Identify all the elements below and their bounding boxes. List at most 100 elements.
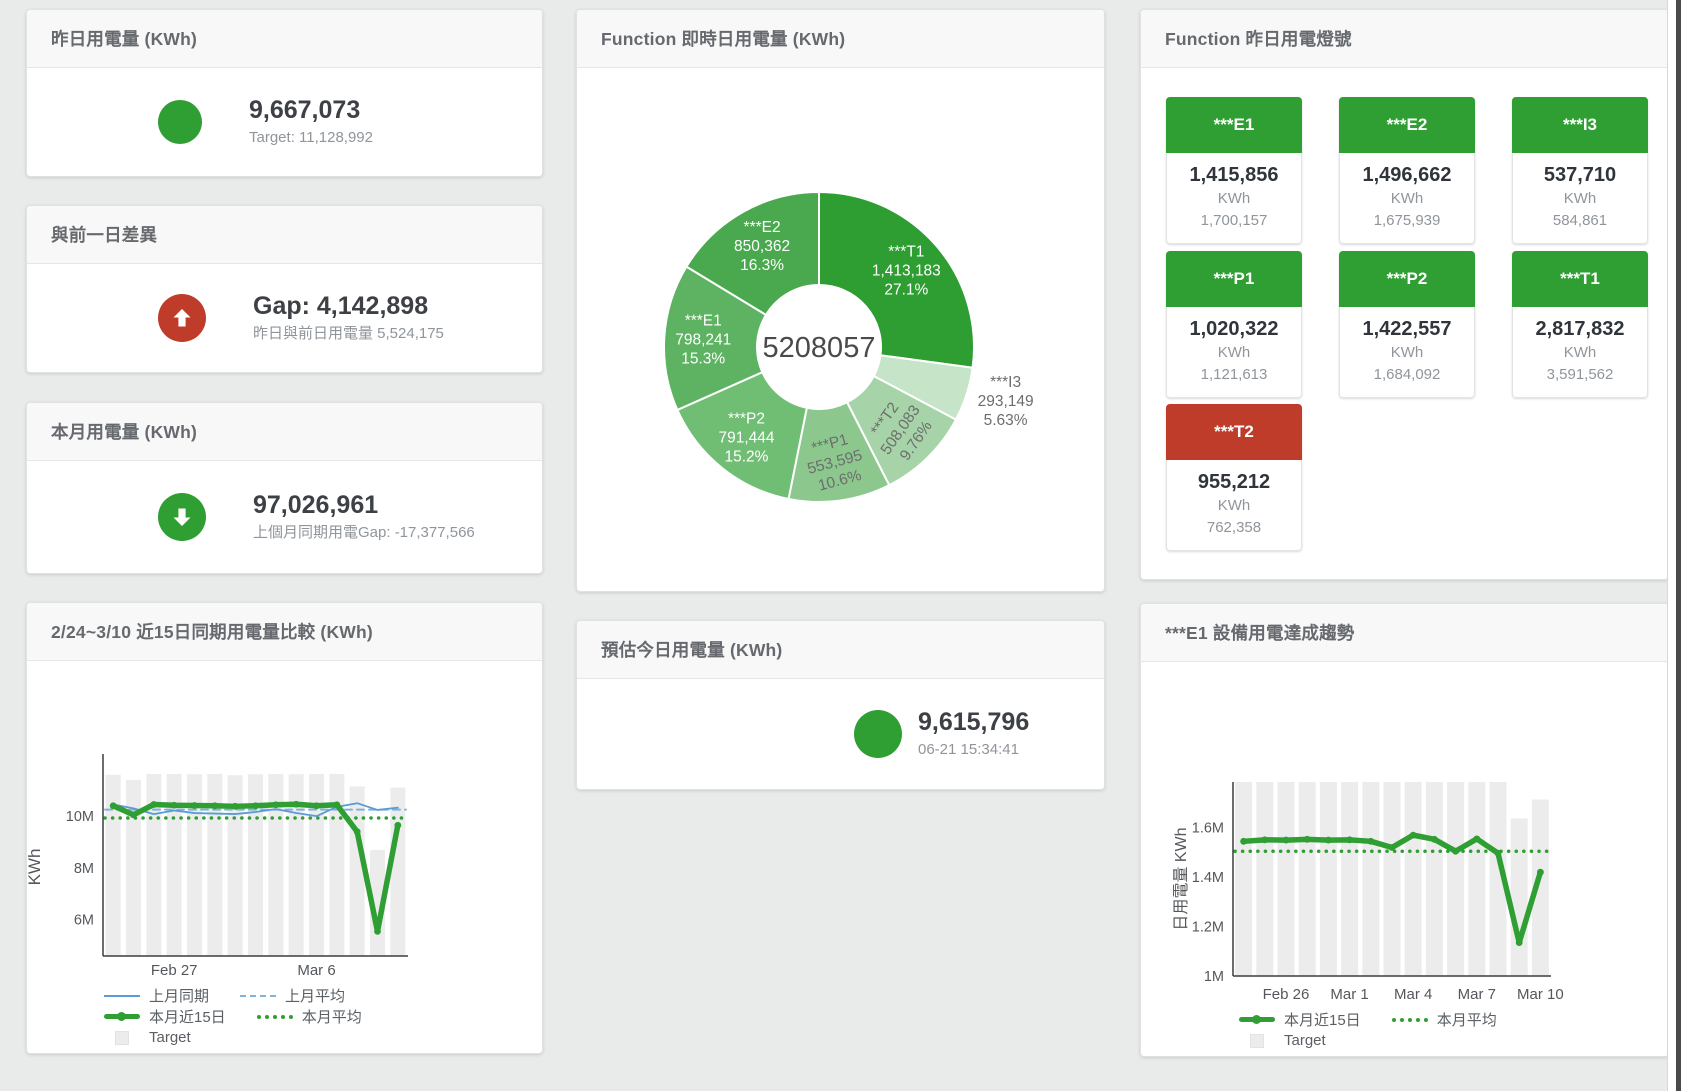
- legend-row: 本月近15日 本月平均: [103, 1006, 542, 1027]
- month-usage-gap: 上個月同期用電Gap: -17,377,566: [253, 522, 475, 543]
- card-today-estimate-header: 預估今日用電量 (KWh): [577, 621, 1104, 679]
- legend-item-this-month-avg[interactable]: 本月平均: [256, 1006, 362, 1027]
- legend-row: 上月同期 上月平均: [103, 985, 542, 1006]
- tile-body: 955,212KWh762,358: [1166, 460, 1302, 551]
- yesterday-usage-kpi: 9,667,073 Target: 11,128,992: [27, 68, 542, 175]
- today-estimate-value: 9,615,796: [918, 707, 1029, 737]
- svg-text:***E1: ***E1: [685, 313, 722, 330]
- svg-text:15.2%: 15.2%: [725, 449, 769, 466]
- legend-item-this-month-avg[interactable]: 本月平均: [1391, 1009, 1497, 1030]
- tile-unit: KWh: [1513, 342, 1647, 364]
- card-today-estimate: 預估今日用電量 (KWh) 9,615,796 06-21 15:34:41: [576, 620, 1105, 790]
- card-yesterday-usage-header: 昨日用電量 (KWh): [27, 10, 542, 68]
- tile-unit: KWh: [1167, 495, 1301, 517]
- day-gap-kpi: Gap: 4,142,898 昨日與前日用電量 5,524,175: [27, 264, 542, 371]
- tile-body: 2,817,832KWh3,591,562: [1512, 307, 1648, 398]
- legend-item-target[interactable]: Target: [103, 1029, 191, 1046]
- line-dotted-green-icon: [256, 1015, 294, 1019]
- scrollbar-thumb[interactable]: [1676, 0, 1681, 1091]
- arrow-down-icon: [170, 505, 194, 529]
- tile-header: ***P1: [1166, 251, 1302, 307]
- card-month-usage: 本月用電量 (KWh) 97,026,961 上個月同期用電Gap: -17,3…: [26, 402, 543, 574]
- tile-unit: KWh: [1513, 188, 1647, 210]
- card-yesterday-lights: Function 昨日用電燈號 ***E11,415,856KWh1,700,1…: [1140, 9, 1669, 580]
- tile-target: 584,861: [1513, 210, 1647, 232]
- today-estimate-kpi: 9,615,796 06-21 15:34:41: [577, 679, 1104, 788]
- tile-target: 1,700,157: [1167, 210, 1301, 232]
- svg-text:Mar 10: Mar 10: [1517, 986, 1564, 1003]
- tile-unit: KWh: [1167, 188, 1301, 210]
- svg-text:15.3%: 15.3%: [681, 351, 725, 368]
- svg-text:1.6M: 1.6M: [1192, 821, 1224, 837]
- month-usage-kpi: 97,026,961 上個月同期用電Gap: -17,377,566: [27, 461, 542, 572]
- svg-text:293,149: 293,149: [978, 393, 1034, 410]
- arrow-down-circle-icon: [158, 493, 206, 541]
- legend-item-this-month-line[interactable]: 本月近15日: [1238, 1009, 1361, 1030]
- scrollbar-track: [1667, 0, 1681, 1091]
- svg-text:1.2M: 1.2M: [1192, 920, 1224, 936]
- svg-text:KWh: KWh: [27, 849, 44, 886]
- card-15day-compare: 2/24~3/10 近15日同期用電量比較 (KWh) 6M8M10MFeb 2…: [26, 602, 543, 1054]
- tile-header: ***T2: [1166, 404, 1302, 460]
- svg-text:1.4M: 1.4M: [1192, 870, 1224, 886]
- svg-text:Mar 1: Mar 1: [1330, 986, 1368, 1003]
- tile-body: 1,415,856KWh1,700,157: [1166, 153, 1302, 244]
- svg-text:***E2: ***E2: [744, 219, 781, 236]
- legend-row: 本月近15日 本月平均: [1238, 1009, 1668, 1030]
- card-day-gap: 與前一日差異 Gap: 4,142,898 昨日與前日用電量 5,524,175: [26, 205, 543, 373]
- compare-chart[interactable]: 6M8M10MFeb 27Mar 6KWh: [27, 661, 540, 983]
- tile-body: 1,422,557KWh1,684,092: [1339, 307, 1475, 398]
- card-title: 2/24~3/10 近15日同期用電量比較 (KWh): [51, 619, 373, 644]
- month-usage-value: 97,026,961: [253, 490, 475, 520]
- svg-text:***I3: ***I3: [990, 374, 1021, 391]
- svg-text:798,241: 798,241: [675, 332, 731, 349]
- gray-square-icon: [1238, 1034, 1276, 1048]
- card-realtime-usage: Function 即時日用電量 (KWh) ***T11,413,18327.1…: [576, 9, 1105, 592]
- legend-item-last-month-avg[interactable]: 上月平均: [239, 985, 345, 1006]
- legend-item-target[interactable]: Target: [1238, 1032, 1326, 1049]
- svg-text:***T1: ***T1: [888, 244, 924, 261]
- card-title: 與前一日差異: [51, 222, 157, 247]
- card-yesterday-usage: 昨日用電量 (KWh) 9,667,073 Target: 11,128,992: [26, 9, 543, 177]
- card-yesterday-lights-header: Function 昨日用電燈號: [1141, 10, 1668, 68]
- tile-value: 1,496,662: [1340, 162, 1474, 188]
- legend-row: Target: [1238, 1030, 1668, 1051]
- realtime-donut-chart[interactable]: ***T11,413,18327.1%***I3293,1495.63%***T…: [577, 68, 1102, 588]
- tile-value: 955,212: [1167, 469, 1301, 495]
- yesterday-usage-target: Target: 11,128,992: [249, 127, 373, 148]
- arrow-up-icon: [170, 306, 194, 330]
- day-gap-value: Gap: 4,142,898: [253, 291, 444, 321]
- tile-header: ***E1: [1166, 97, 1302, 153]
- tile-target: 1,684,092: [1340, 364, 1474, 386]
- svg-text:Mar 4: Mar 4: [1394, 986, 1432, 1003]
- card-title: 本月用電量 (KWh): [51, 419, 197, 444]
- card-e1-trend-header: ***E1 設備用電達成趨勢: [1141, 604, 1668, 662]
- light-tile-T2: ***T2955,212KWh762,358: [1166, 404, 1302, 551]
- line-solid-blue-icon: [103, 995, 141, 997]
- line-thick-green-icon: [1238, 1017, 1276, 1022]
- svg-text:1M: 1M: [1204, 969, 1224, 985]
- status-green-circle-icon: [854, 710, 902, 758]
- tile-body: 537,710KWh584,861: [1512, 153, 1648, 244]
- svg-text:5.63%: 5.63%: [984, 412, 1028, 429]
- light-tile-T1: ***T12,817,832KWh3,591,562: [1512, 251, 1648, 398]
- card-realtime-usage-header: Function 即時日用電量 (KWh): [577, 10, 1104, 68]
- compare-chart-legend: 上月同期 上月平均 本月近15日 本月平均 Target: [27, 985, 542, 1048]
- tile-header: ***T1: [1512, 251, 1648, 307]
- line-dashed-blue-icon: [239, 995, 277, 997]
- line-dotted-green-icon: [1391, 1018, 1429, 1022]
- tile-target: 3,591,562: [1513, 364, 1647, 386]
- legend-item-this-month-line[interactable]: 本月近15日: [103, 1006, 226, 1027]
- card-title: ***E1 設備用電達成趨勢: [1165, 620, 1355, 645]
- legend-item-last-month-line[interactable]: 上月同期: [103, 985, 209, 1006]
- legend-row: Target: [103, 1027, 542, 1048]
- yesterday-usage-value: 9,667,073: [249, 95, 373, 125]
- tile-target: 1,675,939: [1340, 210, 1474, 232]
- card-title: 預估今日用電量 (KWh): [601, 637, 782, 662]
- svg-text:日用電量 KWh: 日用電量 KWh: [1173, 827, 1190, 930]
- svg-text:16.3%: 16.3%: [740, 257, 784, 274]
- e1-trend-chart[interactable]: 1M1.2M1.4M1.6MFeb 26Mar 1Mar 4Mar 7Mar 1…: [1141, 662, 1666, 1007]
- tile-header: ***E2: [1339, 97, 1475, 153]
- tile-value: 537,710: [1513, 162, 1647, 188]
- e1-trend-legend: 本月近15日 本月平均 Target: [1141, 1009, 1668, 1051]
